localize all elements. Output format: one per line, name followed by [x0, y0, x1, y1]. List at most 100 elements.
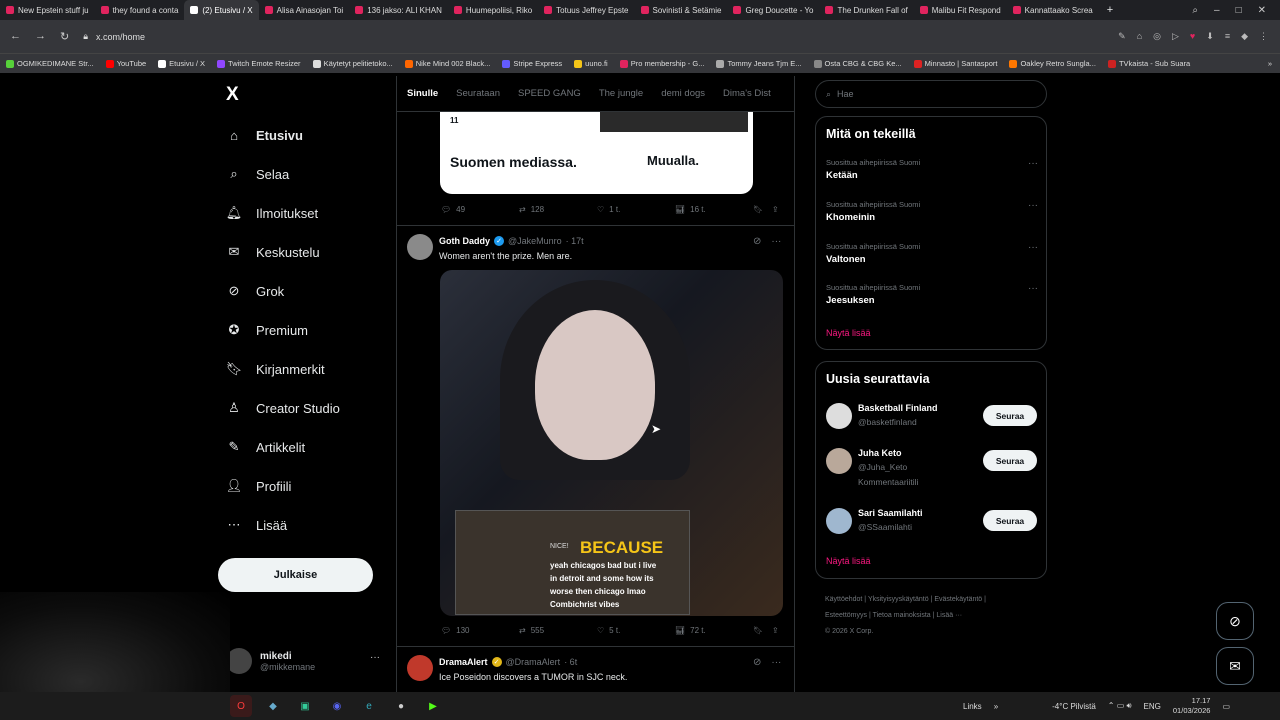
grok-icon[interactable]: ⊘: [753, 236, 761, 247]
bookmark-item[interactable]: Oakley Retro Sungla...: [1003, 59, 1101, 68]
extension-icon[interactable]: ▷: [1172, 31, 1179, 42]
trend-item[interactable]: Suosittua aihepiirissä Suomi Jeesuksen ·…: [826, 283, 1038, 306]
browser-tab[interactable]: Greg Doucette - Yo: [727, 0, 819, 20]
maximize-icon[interactable]: □: [1236, 5, 1242, 16]
views-button[interactable]: 📊︎ 16 t.: [675, 205, 753, 214]
edge-icon[interactable]: e: [358, 695, 380, 717]
trend-item[interactable]: Suosittua aihepiirissä Suomi Ketään ···: [826, 158, 1038, 181]
browser-tab[interactable]: Huumepoliisi, Riko: [448, 0, 538, 20]
tray-icons[interactable]: ⌃ ▭ 🔊︎: [1108, 701, 1132, 711]
clock[interactable]: 17.17 01/03/2026: [1173, 696, 1211, 716]
nav-more[interactable]: ⋯ Lisää: [226, 517, 288, 533]
browser-tab[interactable]: The Drunken Fall of: [819, 0, 913, 20]
search-tabs-icon[interactable]: ⌕: [1192, 5, 1198, 16]
footer-link-row[interactable]: Käyttöehdot | Yksityisyyskäytäntö | Eväs…: [825, 592, 1035, 608]
account-menu-icon[interactable]: ···: [370, 652, 380, 663]
tab-list[interactable]: The jungle: [599, 88, 643, 99]
bookmark-item[interactable]: Stripe Express: [496, 59, 568, 68]
trend-item[interactable]: Suosittua aihepiirissä Suomi Khomeinin ·…: [826, 200, 1038, 223]
links-toolbar[interactable]: Links: [963, 702, 982, 711]
avatar[interactable]: [407, 655, 433, 681]
post-author-name[interactable]: Goth Daddy: [439, 236, 490, 246]
post-author-handle[interactable]: @DramaAlert: [506, 657, 561, 667]
browser-tab[interactable]: Malibu Fit Respond: [914, 0, 1007, 20]
forward-icon[interactable]: →: [35, 30, 46, 43]
browser-tab[interactable]: Sovinisti & Setämie: [635, 0, 728, 20]
nav-grok[interactable]: ⊘ Grok: [226, 283, 285, 299]
trend-menu-icon[interactable]: ···: [1028, 283, 1038, 294]
footer-link-row[interactable]: Esteettömyys | Tietoa mainoksista | Lisä…: [825, 608, 1035, 624]
bookmark-icon[interactable]: 🔖︎: [753, 626, 763, 635]
browser-tab[interactable]: Alisa Ainasojan Toi: [259, 0, 350, 20]
trend-menu-icon[interactable]: ···: [1028, 158, 1038, 169]
extension-icon[interactable]: ◆: [1241, 31, 1248, 42]
discord-icon[interactable]: ◉: [326, 695, 348, 717]
nav-bookmarks[interactable]: 🔖︎ Kirjanmerkit: [226, 361, 325, 377]
suggested-account[interactable]: Basketball Finland @basketfinland Seuraa: [826, 403, 1038, 443]
nav-articles[interactable]: ✎ Artikkelit: [226, 439, 306, 455]
notifications-icon[interactable]: ▭: [1222, 702, 1230, 711]
trend-menu-icon[interactable]: ···: [1028, 200, 1038, 211]
bookmark-item[interactable]: uuno.fi: [568, 59, 614, 68]
reply-button[interactable]: 💬︎ 49: [441, 205, 519, 214]
share-icon[interactable]: ⇪: [772, 626, 779, 635]
bookmark-item[interactable]: Pro membership - G...: [614, 59, 711, 68]
grok-icon[interactable]: ⊘: [753, 657, 761, 668]
nav-creator-studio[interactable]: ♙ Creator Studio: [226, 400, 340, 416]
close-icon[interactable]: ✕: [1258, 5, 1266, 16]
post-media-card[interactable]: 11 Suomen mediassa. Muualla.: [440, 112, 753, 194]
app-icon[interactable]: ▣: [294, 695, 316, 717]
opera-icon[interactable]: O: [230, 695, 252, 717]
reload-icon[interactable]: ↻: [60, 30, 69, 43]
views-button[interactable]: 📊︎ 72 t.: [675, 626, 753, 635]
post-video[interactable]: NICE! BECAUSE yeah chicagos bad but i li…: [440, 270, 783, 616]
tab-following[interactable]: Seurataan: [456, 88, 500, 99]
tab-list[interactable]: demi dogs: [661, 88, 705, 99]
menu-icon[interactable]: ≡: [1225, 31, 1230, 42]
post-menu-icon[interactable]: ···: [771, 236, 781, 247]
bookmark-icon[interactable]: 🔖︎: [753, 205, 763, 214]
browser-tab[interactable]: Totuus Jeffrey Epste: [538, 0, 634, 20]
bookmark-item[interactable]: OGMIKEDIMANE Str...: [0, 59, 100, 68]
show-more-link[interactable]: Näytä lisää: [826, 328, 871, 338]
extension-icon[interactable]: ✎: [1118, 31, 1126, 42]
repost-button[interactable]: ⇄ 128: [519, 205, 597, 214]
app-icon[interactable]: ▶: [422, 695, 444, 717]
post[interactable]: DramaAlert ✓ @DramaAlert · 6t ⊘ ··· Ice P…: [407, 655, 787, 692]
language-indicator[interactable]: ENG: [1144, 702, 1161, 711]
bookmark-item[interactable]: Etusivu / X: [152, 59, 211, 68]
bookmark-item[interactable]: Minnasto | Santasport: [908, 59, 1004, 68]
bookmark-item[interactable]: Osta CBG & CBG Ke...: [808, 59, 908, 68]
nav-home[interactable]: ⌂ Etusivu: [226, 127, 303, 143]
new-tab-icon[interactable]: +: [1099, 4, 1121, 16]
more-icon[interactable]: ⋮: [1259, 31, 1268, 42]
browser-tab-active[interactable]: (2) Etusivu / X: [184, 0, 259, 20]
weather-widget[interactable]: -4°C Pilvistä: [1052, 702, 1096, 711]
nav-premium[interactable]: ✪ Premium: [226, 322, 308, 338]
follow-button[interactable]: Seuraa: [983, 450, 1037, 471]
tab-for-you[interactable]: Sinulle: [407, 88, 438, 99]
post-menu-icon[interactable]: ···: [771, 657, 781, 668]
browser-tab[interactable]: 136 jakso: ALI KHAN: [349, 0, 448, 20]
post-author-handle[interactable]: @JakeMunro: [508, 236, 562, 246]
extension-icon[interactable]: ◎: [1153, 31, 1161, 42]
nav-notifications[interactable]: 🔔︎ Ilmoitukset: [226, 205, 318, 221]
like-button[interactable]: ♡ 5 t.: [597, 626, 675, 635]
nav-profile[interactable]: 👤︎ Profiili: [226, 478, 292, 494]
app-icon[interactable]: ◆: [262, 695, 284, 717]
avatar[interactable]: [407, 234, 433, 260]
app-icon[interactable]: ●: [390, 695, 412, 717]
like-button[interactable]: ♡ 1 t.: [597, 205, 675, 214]
grok-fab-button[interactable]: ⊘: [1216, 602, 1254, 640]
messages-fab-button[interactable]: ✉: [1216, 647, 1254, 685]
extension-icon[interactable]: ⬇: [1206, 31, 1214, 42]
search-input[interactable]: ⌕ Hae: [815, 80, 1047, 108]
account-switcher[interactable]: mikedi @mikkemane ···: [226, 648, 380, 674]
x-logo-icon[interactable]: X: [226, 84, 246, 105]
trend-item[interactable]: Suosittua aihepiirissä Suomi Valtonen ··…: [826, 242, 1038, 265]
bookmark-item[interactable]: Käytetyt pelitietoko...: [307, 59, 399, 68]
post-timestamp[interactable]: · 17t: [566, 236, 584, 246]
post-button[interactable]: Julkaise: [218, 558, 373, 592]
bookmark-item[interactable]: TVkaista - Sub Suara: [1102, 59, 1196, 68]
post-timestamp[interactable]: · 6t: [564, 657, 577, 667]
